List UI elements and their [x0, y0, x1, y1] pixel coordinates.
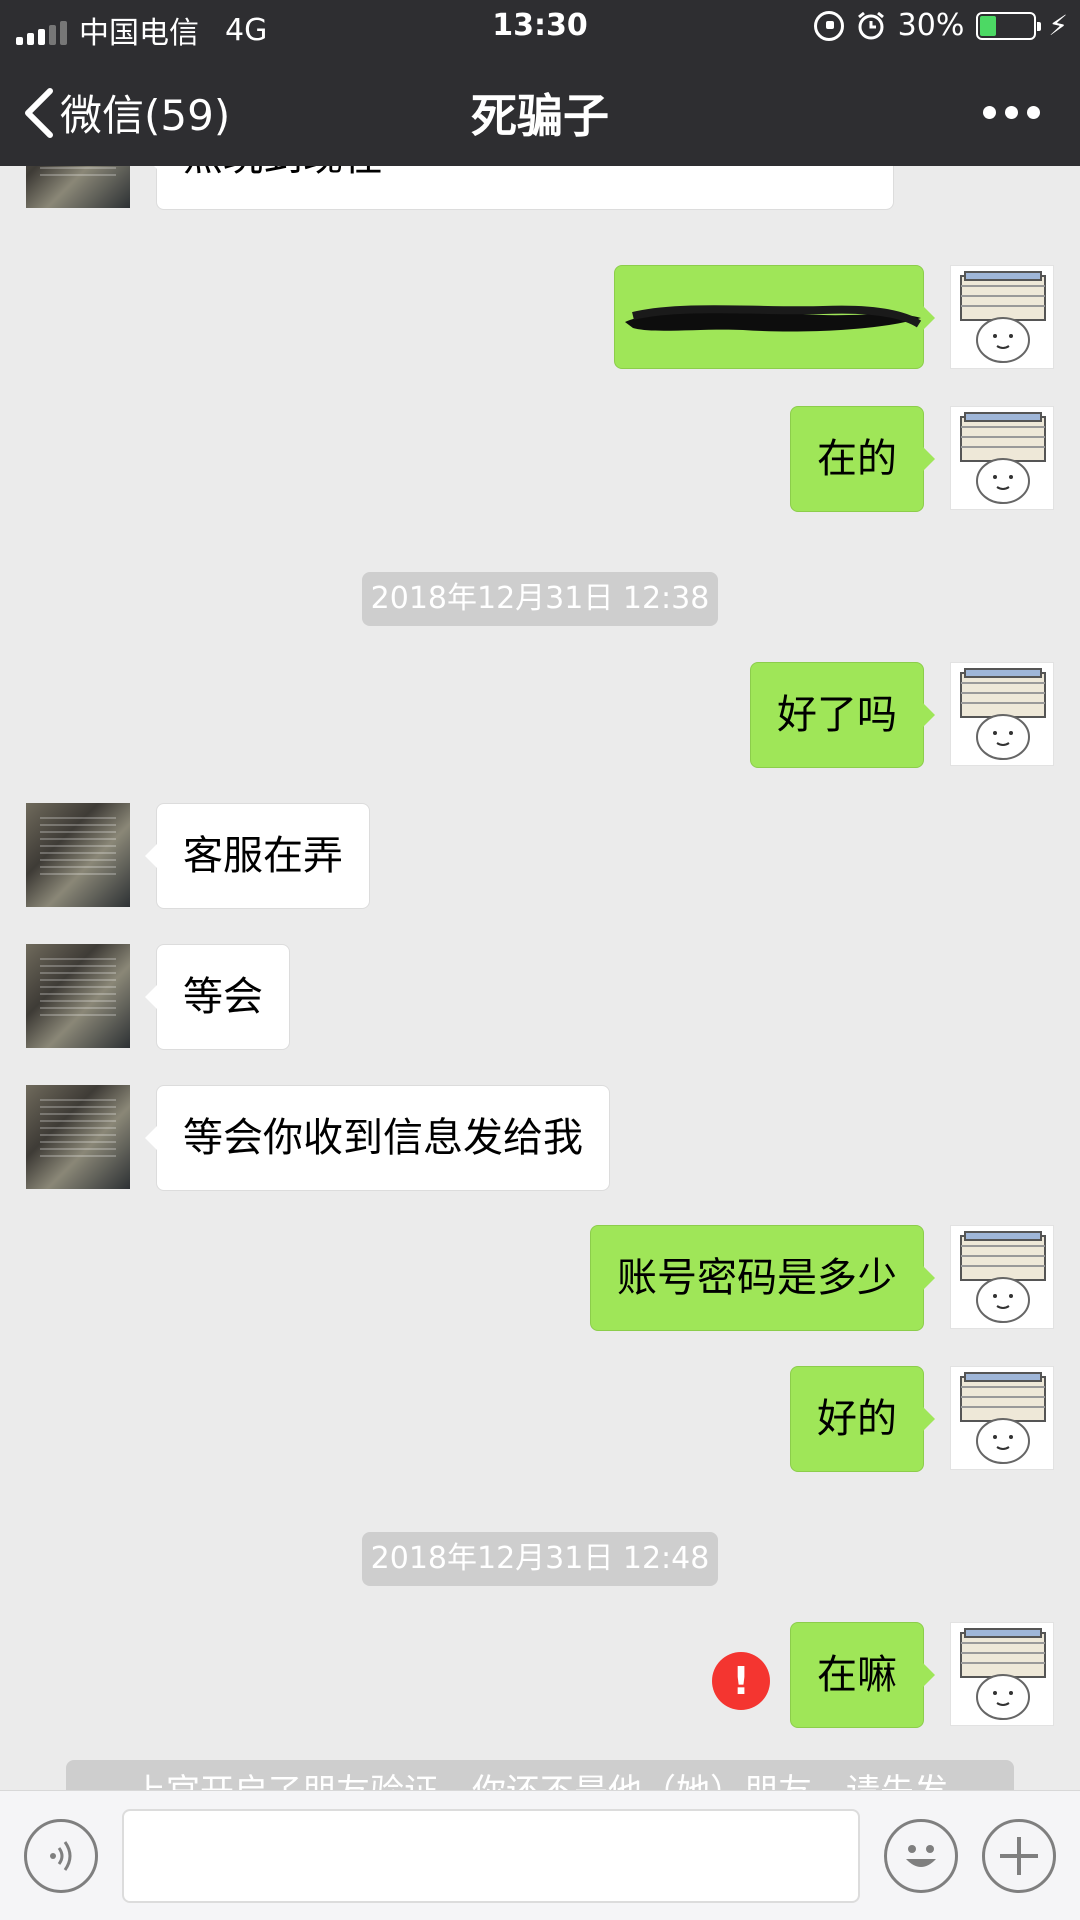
outgoing-bubble[interactable]: 在的: [790, 406, 935, 512]
plus-button[interactable]: [982, 1819, 1056, 1893]
chat-title: 死骗子: [471, 89, 609, 143]
plus-icon: [1000, 1837, 1038, 1875]
incoming-bubble[interactable]: 客服在弄: [145, 803, 370, 909]
outgoing-bubble[interactable]: 好的: [790, 1366, 935, 1472]
my-avatar[interactable]: [950, 406, 1054, 510]
contact-avatar[interactable]: [26, 803, 130, 907]
emoji-button[interactable]: [884, 1819, 958, 1893]
timestamp: 2018年12月31日 12:48: [362, 1532, 718, 1586]
input-bar: [0, 1790, 1080, 1920]
my-avatar[interactable]: [950, 1225, 1054, 1329]
cartoon-avatar-icon: [960, 1628, 1046, 1720]
cartoon-avatar-icon: [960, 668, 1046, 760]
incoming-bubble[interactable]: 等会: [145, 944, 290, 1050]
contact-avatar[interactable]: [26, 166, 130, 208]
send-failed-icon[interactable]: !: [712, 1652, 770, 1710]
timestamp: 2018年12月31日 12:38: [362, 572, 718, 626]
cartoon-avatar-icon: [960, 1231, 1046, 1323]
cartoon-avatar-icon: [960, 1372, 1046, 1464]
contact-avatar[interactable]: [26, 944, 130, 1048]
outgoing-bubble[interactable]: 好了吗: [750, 662, 935, 768]
incoming-bubble[interactable]: 等会你收到信息发给我: [145, 1085, 610, 1191]
cartoon-avatar-icon: [960, 271, 1046, 363]
battery-percent: 30%: [897, 8, 965, 43]
system-notice: 上官开启了朋友验证，你还不是他（她）朋友。请先发: [66, 1760, 1014, 1790]
redaction-scribble: [625, 305, 922, 332]
nav-bar: 微信(59) 死骗子: [0, 54, 1080, 166]
my-avatar[interactable]: [950, 1622, 1054, 1726]
my-avatar[interactable]: [950, 265, 1054, 369]
incoming-bubble[interactable]: 点玩到现在: [145, 166, 894, 210]
charging-icon: ⚡: [1048, 9, 1068, 42]
status-bar: 中国电信 4G 13:30 30% ⚡: [0, 0, 1080, 54]
outgoing-bubble[interactable]: [614, 265, 935, 369]
more-icon[interactable]: [983, 106, 1040, 119]
top-bar: 中国电信 4G 13:30 30% ⚡ 微信(59) 死骗子: [0, 0, 1080, 166]
my-avatar[interactable]: [950, 1366, 1054, 1470]
emoji-icon: [906, 1845, 936, 1867]
my-avatar[interactable]: [950, 662, 1054, 766]
battery-icon: [976, 11, 1042, 40]
message-list[interactable]: 点玩到现在: [0, 166, 1080, 1790]
cartoon-avatar-icon: [960, 412, 1046, 504]
rotation-lock-icon: [813, 10, 844, 41]
message-input[interactable]: [122, 1809, 860, 1903]
contact-avatar[interactable]: [26, 1085, 130, 1189]
voice-button[interactable]: [24, 1819, 98, 1893]
outgoing-bubble[interactable]: 在嘛: [790, 1622, 935, 1728]
voice-icon: [50, 1841, 72, 1871]
outgoing-bubble[interactable]: 账号密码是多少: [590, 1225, 935, 1331]
alarm-icon: [857, 11, 884, 39]
